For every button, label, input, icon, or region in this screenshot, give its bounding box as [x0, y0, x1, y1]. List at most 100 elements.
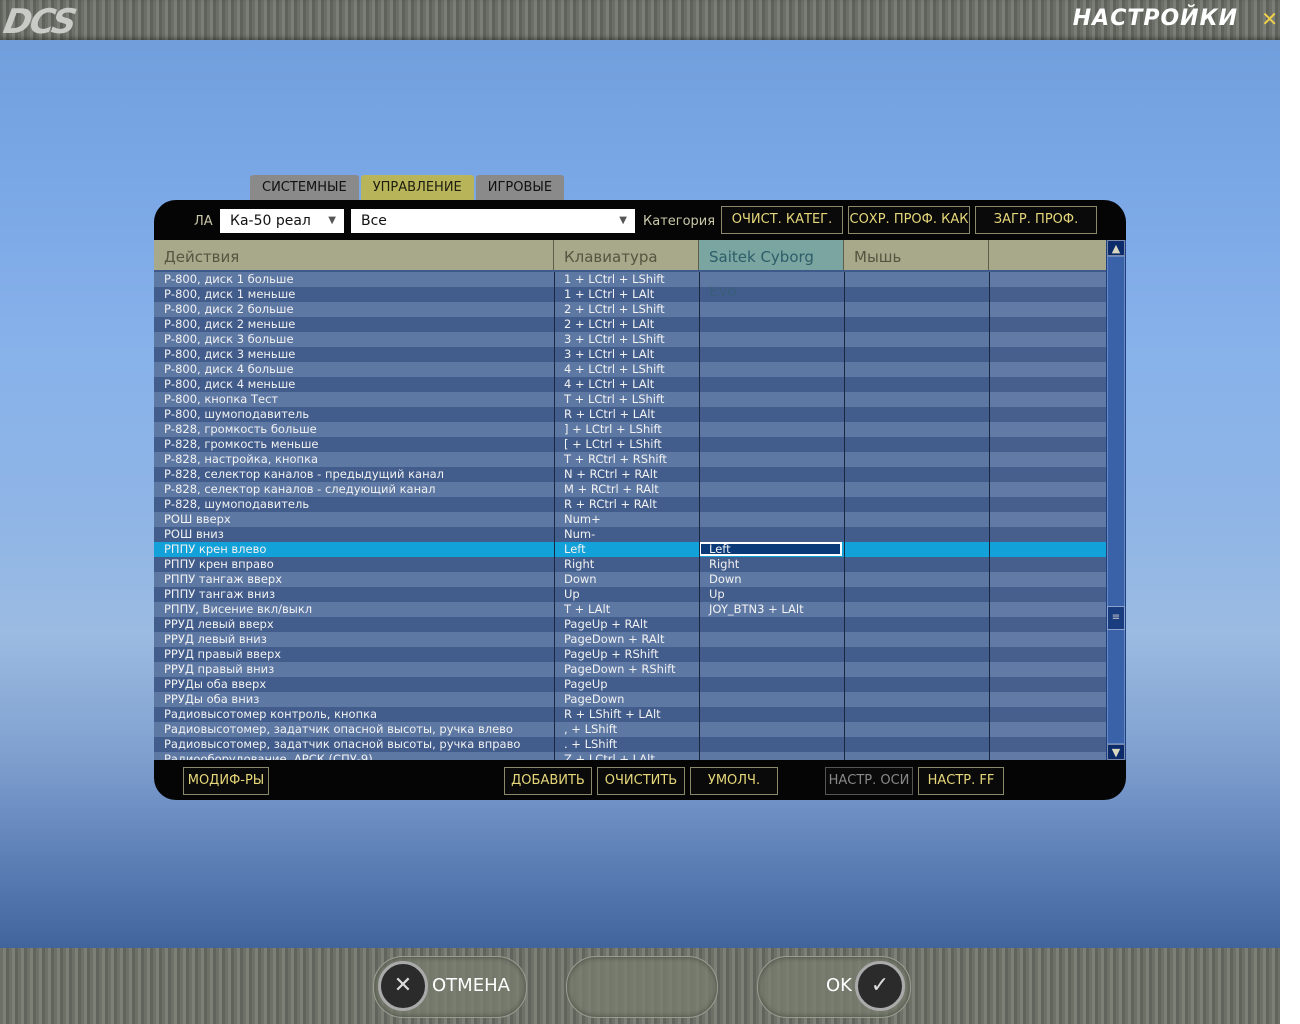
- joystick-cell[interactable]: [699, 377, 844, 392]
- keyboard-cell[interactable]: PageDown: [554, 692, 699, 707]
- keyboard-cell[interactable]: 2 + LCtrl + LAlt: [554, 317, 699, 332]
- mouse-cell[interactable]: [844, 572, 989, 587]
- mouse-cell[interactable]: [844, 272, 989, 287]
- action-cell[interactable]: Радиовысотомер контроль, кнопка: [154, 707, 554, 722]
- table-row[interactable]: Р-828, шумоподавитель R + RCtrl + RAlt: [154, 497, 1106, 512]
- keyboard-cell[interactable]: T + RCtrl + RShift: [554, 452, 699, 467]
- joystick-cell[interactable]: [699, 677, 844, 692]
- ok-button[interactable]: OK ✓: [757, 956, 911, 1018]
- load-profile-button[interactable]: ЗАГР. ПРОФ.: [975, 206, 1097, 234]
- mouse-cell[interactable]: [844, 542, 989, 557]
- action-cell[interactable]: Р-828, настройка, кнопка: [154, 452, 554, 467]
- action-cell[interactable]: РОШ вверх: [154, 512, 554, 527]
- action-cell[interactable]: Р-800, диск 1 меньше: [154, 287, 554, 302]
- keyboard-cell[interactable]: . + LShift: [554, 737, 699, 752]
- keyboard-cell[interactable]: Z + LCtrl + LAlt: [554, 752, 699, 760]
- joystick-cell[interactable]: [699, 347, 844, 362]
- keyboard-cell[interactable]: 1 + LCtrl + LAlt: [554, 287, 699, 302]
- table-row[interactable]: Р-800, шумоподавитель R + LCtrl + LAlt: [154, 407, 1106, 422]
- keyboard-cell[interactable]: 3 + LCtrl + LAlt: [554, 347, 699, 362]
- table-row[interactable]: Радиооборудование, АРСК (СПУ-9) Z + LCtrl…: [154, 752, 1106, 760]
- keyboard-cell[interactable]: PageUp + RShift: [554, 647, 699, 662]
- joystick-cell[interactable]: Right: [699, 557, 844, 572]
- table-row[interactable]: Радиовысотомер, задатчик опасной высоты,…: [154, 737, 1106, 752]
- scrollbar-track[interactable]: [1107, 256, 1125, 744]
- action-cell[interactable]: РППУ крен влево: [154, 542, 554, 557]
- mouse-cell[interactable]: [844, 452, 989, 467]
- joystick-cell[interactable]: [699, 692, 844, 707]
- table-row[interactable]: Р-800, диск 1 меньше 1 + LCtrl + LAlt: [154, 287, 1106, 302]
- joystick-cell[interactable]: [699, 362, 844, 377]
- table-row[interactable]: РППУ крен вправо Right Right: [154, 557, 1106, 572]
- action-cell[interactable]: Радиооборудование, АРСК (СПУ-9): [154, 752, 554, 760]
- table-row[interactable]: РППУ, Висение вкл/выкл T + LAlt JOY_BTN3 +…: [154, 602, 1106, 617]
- clear-category-button[interactable]: ОЧИСТ. КАТЕГ.: [721, 206, 843, 234]
- action-cell[interactable]: Радиовысотомер, задатчик опасной высоты,…: [154, 737, 554, 752]
- category-select[interactable]: Все ▼: [351, 209, 635, 233]
- table-row[interactable]: Р-828, настройка, кнопка T + RCtrl + RShi…: [154, 452, 1106, 467]
- keyboard-cell[interactable]: PageUp + RAlt: [554, 617, 699, 632]
- keyboard-cell[interactable]: R + LShift + LAlt: [554, 707, 699, 722]
- table-row[interactable]: Р-800, кнопка Тест T + LCtrl + LShift: [154, 392, 1106, 407]
- table-row[interactable]: Р-828, селектор каналов - предыдущий кан…: [154, 467, 1106, 482]
- chevron-up-icon[interactable]: ▲: [1107, 240, 1125, 256]
- action-cell[interactable]: РППУ, Висение вкл/выкл: [154, 602, 554, 617]
- keyboard-cell[interactable]: Num-: [554, 527, 699, 542]
- mouse-cell[interactable]: [844, 722, 989, 737]
- column-header-joystick[interactable]: Saitek Cyborg Evo: [699, 240, 844, 300]
- table-row[interactable]: РППУ тангаж вверх Down Down: [154, 572, 1106, 587]
- keyboard-cell[interactable]: R + LCtrl + LAlt: [554, 407, 699, 422]
- action-cell[interactable]: Р-800, диск 2 меньше: [154, 317, 554, 332]
- mouse-cell[interactable]: [844, 527, 989, 542]
- mouse-cell[interactable]: [844, 497, 989, 512]
- keyboard-cell[interactable]: Up: [554, 587, 699, 602]
- joystick-cell[interactable]: [699, 707, 844, 722]
- joystick-cell[interactable]: Up: [699, 587, 844, 602]
- action-cell[interactable]: Р-800, диск 2 больше: [154, 302, 554, 317]
- aircraft-select[interactable]: Ка-50 реал ▼: [220, 209, 344, 233]
- keyboard-cell[interactable]: R + RCtrl + RAlt: [554, 497, 699, 512]
- joystick-cell[interactable]: [699, 467, 844, 482]
- action-cell[interactable]: Р-800, диск 1 больше: [154, 272, 554, 287]
- keyboard-cell[interactable]: N + RCtrl + RAlt: [554, 467, 699, 482]
- action-cell[interactable]: Р-800, диск 3 больше: [154, 332, 554, 347]
- keyboard-cell[interactable]: T + LAlt: [554, 602, 699, 617]
- action-cell[interactable]: Р-800, диск 4 больше: [154, 362, 554, 377]
- keyboard-cell[interactable]: 1 + LCtrl + LShift: [554, 272, 699, 287]
- mouse-cell[interactable]: [844, 632, 989, 647]
- axis-tune-button[interactable]: НАСТР. ОСИ: [825, 767, 913, 795]
- keyboard-cell[interactable]: 4 + LCtrl + LShift: [554, 362, 699, 377]
- joystick-cell[interactable]: [699, 722, 844, 737]
- joystick-cell[interactable]: [699, 287, 844, 302]
- mouse-cell[interactable]: [844, 692, 989, 707]
- column-header-mouse[interactable]: Мышь: [844, 240, 989, 270]
- mouse-cell[interactable]: [844, 467, 989, 482]
- keyboard-cell[interactable]: , + LShift: [554, 722, 699, 737]
- joystick-cell[interactable]: [699, 407, 844, 422]
- keyboard-cell[interactable]: ] + LCtrl + LShift: [554, 422, 699, 437]
- mouse-cell[interactable]: [844, 362, 989, 377]
- joystick-cell[interactable]: Down: [699, 572, 844, 587]
- mouse-cell[interactable]: [844, 617, 989, 632]
- tab-system[interactable]: СИСТЕМНЫЕ: [250, 175, 359, 200]
- mouse-cell[interactable]: [844, 317, 989, 332]
- chevron-down-icon[interactable]: ▼: [1107, 744, 1125, 760]
- table-row[interactable]: Р-800, диск 4 больше 4 + LCtrl + LShift: [154, 362, 1106, 377]
- mouse-cell[interactable]: [844, 752, 989, 760]
- joystick-cell[interactable]: [699, 752, 844, 760]
- table-row[interactable]: Р-800, диск 4 меньше 4 + LCtrl + LAlt: [154, 377, 1106, 392]
- joystick-cell[interactable]: JOY_BTN3 + LAlt: [699, 602, 844, 617]
- keyboard-cell[interactable]: PageDown + RAlt: [554, 632, 699, 647]
- joystick-cell[interactable]: Left: [699, 542, 844, 557]
- table-row[interactable]: РОШ вверх Num+: [154, 512, 1106, 527]
- action-cell[interactable]: РРУД левый вверх: [154, 617, 554, 632]
- add-button[interactable]: ДОБАВИТЬ: [504, 767, 592, 795]
- action-cell[interactable]: РППУ тангаж вверх: [154, 572, 554, 587]
- joystick-cell[interactable]: [699, 512, 844, 527]
- keyboard-cell[interactable]: T + LCtrl + LShift: [554, 392, 699, 407]
- close-icon[interactable]: ✕: [1261, 7, 1278, 31]
- tab-gameplay[interactable]: ИГРОВЫЕ: [475, 175, 565, 200]
- action-cell[interactable]: РРУД левый вниз: [154, 632, 554, 647]
- column-header-actions[interactable]: Действия: [154, 240, 554, 270]
- keyboard-cell[interactable]: 4 + LCtrl + LAlt: [554, 377, 699, 392]
